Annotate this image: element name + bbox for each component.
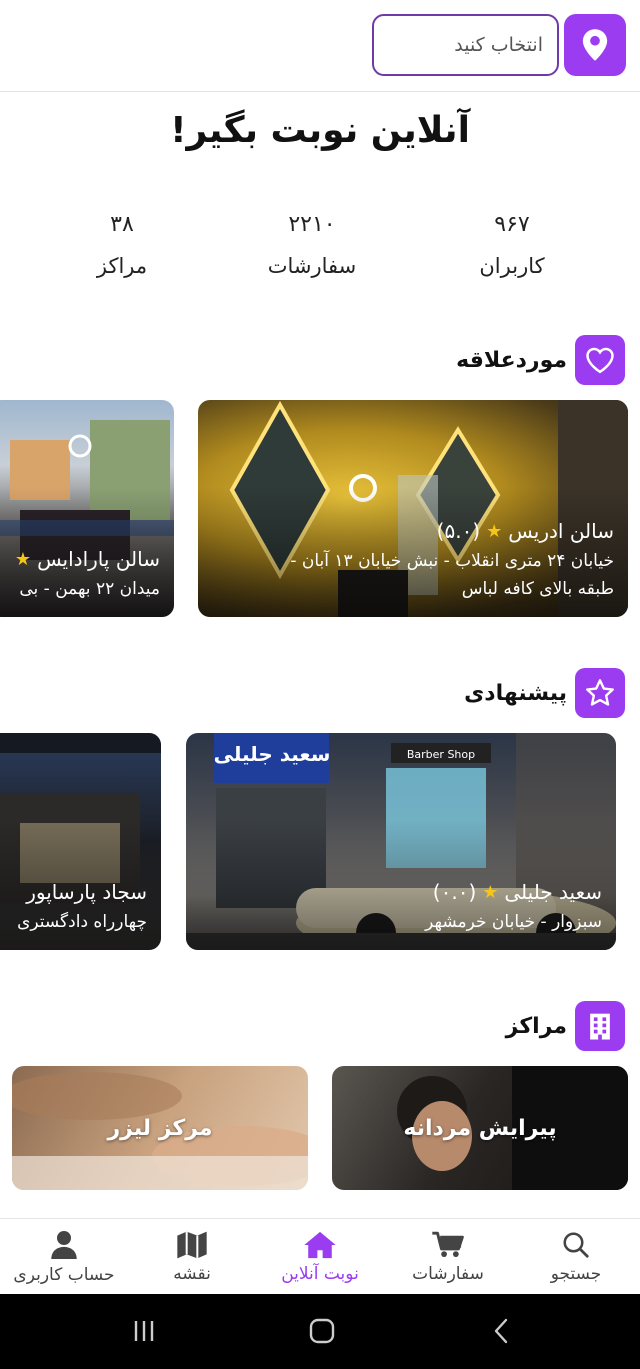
back-button[interactable] <box>482 1314 522 1348</box>
bottom-navigation: جستجو سفارشات نوبت آنلاین نقشه حساب کارب… <box>0 1218 640 1294</box>
salon-name: سجاد پارساپور <box>26 880 147 904</box>
favorite-card[interactable]: سالن پارادایس ★ میدان ۲۲ بهمن - بی <box>0 400 174 617</box>
salon-address: سبزوار - خیابان خرمشهر <box>425 912 602 932</box>
map-icon <box>177 1231 207 1259</box>
home-circle-icon <box>309 1318 335 1344</box>
category-card-men-barber[interactable]: پیرایش مردانه <box>332 1066 628 1190</box>
salon-address: میدان ۲۲ بهمن - بی <box>19 579 160 599</box>
salon-name: سعید جلیلی <box>504 880 602 904</box>
rating-star-icon: ★ <box>482 881 499 903</box>
section-title: پیشنهادی <box>464 680 567 706</box>
card-title: سالن پارادایس ★ <box>15 547 160 571</box>
suggested-card[interactable]: سعید جلیلی Barber Shop سعید جلیلی ★ (۰.۰… <box>186 733 616 950</box>
home-button[interactable] <box>302 1314 342 1348</box>
category-card-laser[interactable]: مرکز لیزر <box>12 1066 308 1190</box>
heart-icon <box>586 347 614 374</box>
card-title: سعید جلیلی ★ (۰.۰) <box>425 880 602 904</box>
recent-apps-button[interactable] <box>124 1314 164 1348</box>
top-bar <box>0 0 640 92</box>
nav-label: نقشه <box>173 1264 211 1284</box>
section-icon-box <box>575 668 625 718</box>
category-label: پیرایش مردانه <box>403 1115 557 1141</box>
location-button[interactable] <box>564 14 626 76</box>
stat-label: کاربران <box>479 254 545 278</box>
barber-shop-text: Barber Shop <box>407 748 475 761</box>
nav-label: سفارشات <box>412 1264 484 1284</box>
building-icon <box>590 1013 610 1040</box>
system-navigation-bar <box>0 1294 640 1369</box>
nav-map[interactable]: نقشه <box>128 1219 256 1295</box>
location-pin-icon <box>582 29 608 61</box>
stat-value: ۳۸ <box>110 212 134 237</box>
salon-address-line2: طبقه بالای کافه لباس <box>461 579 614 599</box>
nav-account[interactable]: حساب کاربری <box>0 1219 128 1295</box>
page-title: آنلاین نوبت بگیر! <box>170 110 470 151</box>
suggested-card[interactable]: سجاد پارساپور چهارراه دادگستری <box>0 733 161 950</box>
rating-value: (۵.۰) <box>436 519 481 543</box>
stat-users: ۹۶۷ کاربران <box>432 212 592 278</box>
nav-online-booking[interactable]: نوبت آنلاین <box>256 1219 384 1295</box>
section-icon-box <box>575 335 625 385</box>
stat-orders: ۲۲۱۰ سفارشات <box>232 212 392 278</box>
category-label: مرکز لیزر <box>107 1115 213 1141</box>
section-title: مراکز <box>505 1013 567 1039</box>
nav-label: نوبت آنلاین <box>281 1264 359 1284</box>
recent-apps-icon <box>134 1321 154 1341</box>
section-favorites-header: موردعلاقه <box>456 335 625 385</box>
salon-name: سالن پارادایس <box>37 547 160 571</box>
favorite-card[interactable]: سالن ادریس ★ (۵.۰) خیابان ۲۴ متری انقلاب… <box>198 400 628 617</box>
nav-label: حساب کاربری <box>13 1265 115 1285</box>
star-icon <box>586 679 614 706</box>
salon-name: سالن ادریس <box>508 519 614 543</box>
stat-label: سفارشات <box>267 254 357 278</box>
stat-label: مراکز <box>96 254 148 278</box>
search-icon <box>563 1232 589 1258</box>
card-info: سعید جلیلی ★ (۰.۰) سبزوار - خیابان خرمشه… <box>425 880 602 936</box>
card-info: سالن ادریس ★ (۵.۰) خیابان ۲۴ متری انقلاب… <box>290 519 614 603</box>
stat-centers: ۳۸ مراکز <box>42 212 202 278</box>
card-info: سجاد پارساپور چهارراه دادگستری <box>17 880 147 936</box>
nav-orders[interactable]: سفارشات <box>384 1219 512 1295</box>
cart-icon <box>432 1231 464 1258</box>
stat-value: ۹۶۷ <box>494 212 530 237</box>
salon-address: خیابان ۲۴ متری انقلاب - نبش خیابان ۱۳ آب… <box>290 551 614 571</box>
nav-search[interactable]: جستجو <box>512 1219 640 1295</box>
card-title: سالن ادریس ★ (۵.۰) <box>290 519 614 543</box>
home-icon <box>304 1231 336 1259</box>
card-info: سالن پارادایس ★ میدان ۲۲ بهمن - بی <box>15 547 160 603</box>
stat-value: ۲۲۱۰ <box>288 212 336 237</box>
section-centers-header: مراکز <box>506 1001 625 1051</box>
salon-address: چهارراه دادگستری <box>17 912 147 932</box>
rating-star-icon: ★ <box>486 520 503 542</box>
user-icon <box>51 1231 77 1259</box>
card-title: سجاد پارساپور <box>17 880 147 904</box>
section-title: موردعلاقه <box>456 347 567 373</box>
shop-sign-text: سعید جلیلی <box>214 742 331 766</box>
location-select-input[interactable] <box>372 14 559 76</box>
rating-star-icon: ★ <box>14 548 32 570</box>
nav-label: جستجو <box>550 1264 602 1284</box>
back-chevron-icon <box>494 1318 508 1344</box>
section-suggested-header: پیشنهادی <box>464 668 625 718</box>
rating-value: (۰.۰) <box>432 880 477 904</box>
section-icon-box <box>575 1001 625 1051</box>
